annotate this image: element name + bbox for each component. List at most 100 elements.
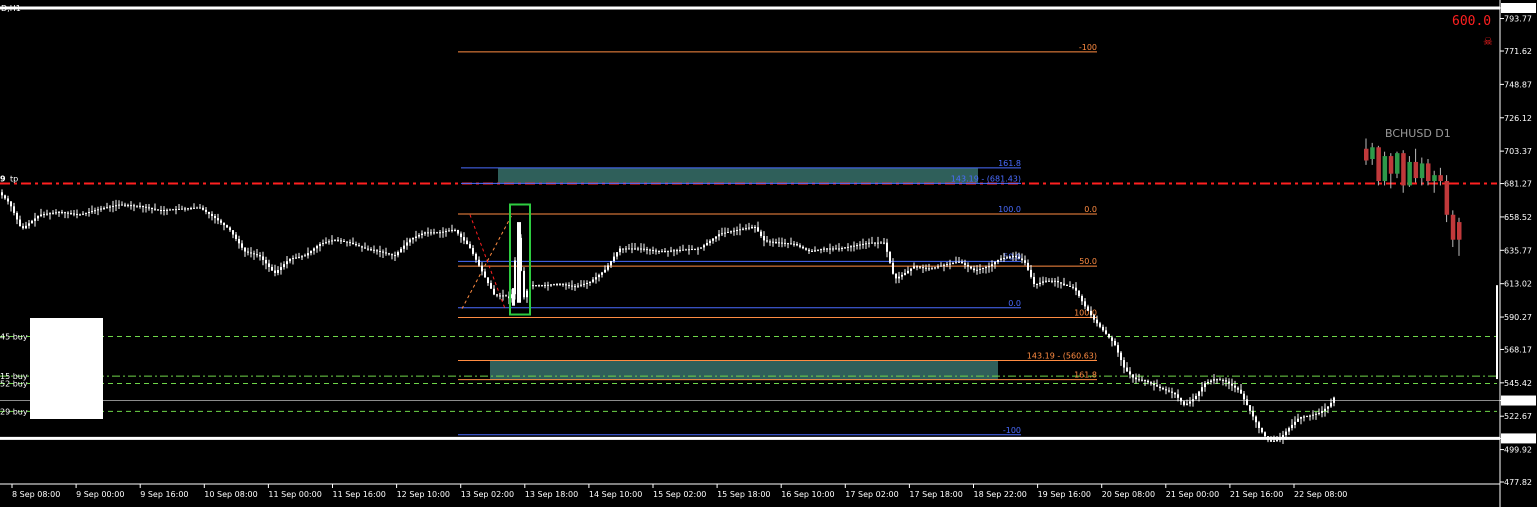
candle-body: [73, 213, 75, 215]
candle-body: [589, 281, 591, 283]
candle-body: [1138, 379, 1140, 381]
candle-body: [316, 246, 318, 249]
time-axis-label-1: 9 Sep 00:00: [76, 490, 124, 499]
candle-body: [388, 253, 390, 255]
mini-candle-body: [1432, 175, 1437, 182]
candle-body: [967, 264, 969, 267]
candle-body: [925, 267, 927, 269]
candle-body: [751, 226, 753, 228]
candle-body: [697, 248, 699, 250]
candle-body: [46, 213, 48, 215]
candle-body: [154, 208, 156, 210]
price-tick-label-5: 703.37: [1504, 147, 1532, 156]
candle-body: [448, 230, 450, 232]
candle-body: [22, 226, 24, 229]
candle-body: [919, 266, 921, 268]
candle-body: [1312, 414, 1314, 416]
candle-body: [631, 248, 633, 250]
candle-body: [205, 209, 207, 212]
candle-body: [352, 242, 354, 245]
candle-body: [976, 269, 978, 271]
mini-candle-body: [1395, 153, 1400, 174]
candle-body: [64, 212, 66, 214]
time-axis-label-14: 17 Sep 18:00: [909, 490, 962, 499]
candle-body: [1279, 438, 1281, 440]
candle-body: [142, 206, 144, 208]
candle-body: [613, 256, 615, 261]
candle-body: [1012, 256, 1014, 258]
candle-body: [724, 232, 726, 234]
candle-body: [1291, 424, 1293, 429]
candle-body: [1177, 394, 1179, 398]
candle-body: [1195, 395, 1197, 400]
time-axis-label-3: 10 Sep 08:00: [204, 490, 257, 499]
candle-body: [112, 205, 114, 207]
candle-body: [484, 271, 486, 278]
time-axis-label-13: 17 Sep 02:00: [845, 490, 898, 499]
candle-body: [277, 270, 279, 273]
candle-body: [889, 251, 891, 263]
candle-body: [1198, 391, 1200, 396]
candle-body: [121, 204, 123, 206]
candle-body: [670, 250, 672, 252]
candle-body: [535, 285, 537, 287]
candle-body: [196, 207, 198, 209]
tp-value-label: 9: [0, 175, 6, 184]
candle-body: [85, 212, 87, 214]
candle-body: [1243, 393, 1245, 400]
candle-body: [496, 294, 498, 296]
candle-body: [721, 233, 723, 235]
fib-level-label-3: 100.0: [998, 205, 1021, 214]
candle-body: [502, 295, 504, 297]
candle-body: [997, 259, 999, 263]
candle-body: [913, 266, 915, 269]
candle-body: [250, 252, 252, 254]
candle-body: [136, 205, 138, 207]
candle-body: [538, 285, 540, 287]
candle-body: [340, 240, 342, 242]
candle-body: [1051, 280, 1053, 282]
candle-body: [850, 246, 852, 248]
candle-body: [793, 243, 795, 245]
candle-body: [223, 222, 225, 226]
candle-body: [556, 283, 558, 285]
candle-body: [400, 248, 402, 253]
price-tick-label-10: 590.27: [1504, 313, 1532, 322]
skull-icon[interactable]: ☠: [1483, 35, 1493, 48]
mini-candle-body: [1388, 156, 1394, 174]
candle-body: [544, 285, 546, 287]
candle-body: [715, 236, 717, 239]
candle-body: [808, 249, 810, 252]
candle-body: [241, 243, 243, 248]
candle-body: [937, 266, 939, 268]
time-axis-label-19: 21 Sep 16:00: [1230, 490, 1283, 499]
candle-body: [1006, 257, 1008, 259]
candle-body: [376, 250, 378, 252]
candle-body: [226, 225, 228, 228]
candle-body: [37, 215, 39, 219]
candle-body: [304, 255, 306, 257]
time-axis-label-0: 8 Sep 08:00: [12, 490, 60, 499]
candle-body: [796, 244, 798, 246]
skull-value: 600.0: [1452, 14, 1491, 29]
price-chart[interactable]: 45 buy15 buy52 buy29 buy9 tp -100161.8143…: [0, 0, 1537, 507]
candle-body: [1114, 340, 1116, 346]
candle-body: [403, 245, 405, 249]
candle-body: [1225, 380, 1227, 382]
candle-body: [829, 248, 831, 250]
candle-body: [757, 227, 759, 232]
candle-body: [1108, 333, 1110, 338]
candle-body: [730, 231, 732, 233]
candle-body: [265, 259, 267, 264]
candle-body: [1000, 258, 1002, 260]
candle-body: [1165, 389, 1167, 391]
candle-body: [814, 250, 816, 252]
candle-body: [1054, 280, 1056, 282]
candle-body: [1255, 416, 1257, 423]
candle-body: [163, 210, 165, 212]
time-axis-label-9: 14 Sep 10:00: [589, 490, 642, 499]
candle-body: [31, 220, 33, 224]
candle-body: [307, 253, 309, 256]
candle-body: [934, 267, 936, 269]
candle-body: [1039, 282, 1041, 285]
